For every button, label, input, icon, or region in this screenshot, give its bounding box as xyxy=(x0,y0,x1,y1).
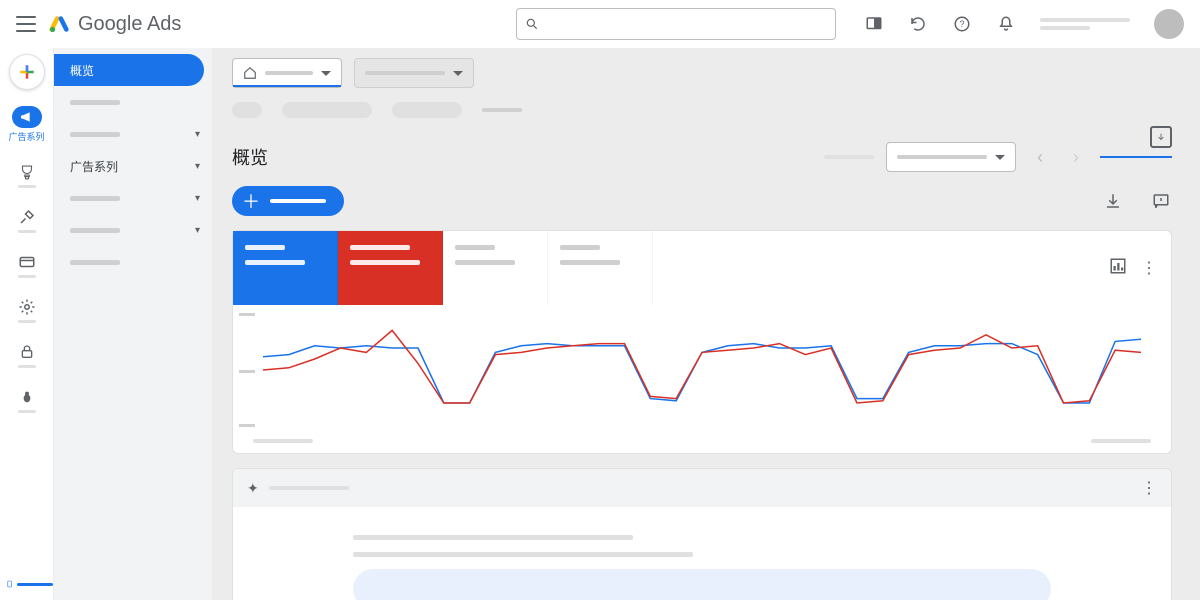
auto-refresh-indicator xyxy=(1100,156,1172,158)
mobile-app-link[interactable] xyxy=(0,576,53,592)
metric-tab-3[interactable] xyxy=(443,231,548,305)
nav-account[interactable] xyxy=(0,384,54,417)
notifications-icon[interactable] xyxy=(996,14,1016,34)
search-icon xyxy=(525,17,539,31)
refresh-icon[interactable] xyxy=(908,14,928,34)
nav-security[interactable] xyxy=(0,339,54,372)
crumb-3[interactable] xyxy=(392,102,462,118)
sparkle-icon: ✦ xyxy=(247,480,259,497)
home-icon xyxy=(243,66,257,80)
help-icon[interactable]: ? xyxy=(952,14,972,34)
chevron-down-icon: ▾ xyxy=(195,161,200,172)
account-info[interactable] xyxy=(1040,18,1130,30)
chevron-down-icon: ▾ xyxy=(195,225,200,236)
header-actions: ? xyxy=(864,14,1016,34)
nav-item-7[interactable] xyxy=(54,246,212,278)
logo[interactable]: Google Ads xyxy=(48,13,181,36)
plus-icon: ＋ xyxy=(242,188,260,214)
create-button[interactable] xyxy=(9,54,45,90)
metrics-card: ⋮ xyxy=(232,230,1172,454)
nav-panel: 概览 ▾ 广告系列▾ ▾ ▾ xyxy=(54,48,212,600)
insights-card: ✦ ⋮ xyxy=(232,468,1172,600)
metric-tab-1[interactable] xyxy=(233,231,338,305)
nav-item-overview[interactable]: 概览 xyxy=(54,54,204,86)
lock-icon xyxy=(19,343,35,361)
nav-campaigns-label: 广告系列 xyxy=(8,130,44,143)
crumb-1[interactable] xyxy=(232,102,262,118)
new-campaign-button[interactable]: ＋ xyxy=(232,186,344,216)
date-prev-button[interactable]: ‹ xyxy=(1028,145,1052,169)
chevron-down-icon: ▾ xyxy=(195,193,200,204)
secondary-selector[interactable] xyxy=(354,58,474,88)
nav-billing[interactable] xyxy=(0,249,54,282)
svg-text:?: ? xyxy=(959,19,964,29)
date-next-button[interactable]: › xyxy=(1064,145,1088,169)
breadcrumb xyxy=(232,102,1172,118)
icon-rail: 广告系列 xyxy=(0,48,54,600)
account-selector[interactable] xyxy=(232,58,342,88)
chart-options-button[interactable] xyxy=(1109,257,1127,280)
card-menu-button[interactable]: ⋮ xyxy=(1141,258,1157,278)
feedback-button[interactable] xyxy=(1150,190,1172,212)
save-icon xyxy=(1156,132,1166,142)
nav-item-6[interactable]: ▾ xyxy=(54,214,212,246)
chart-icon xyxy=(1109,257,1127,275)
trophy-icon xyxy=(18,163,36,181)
nav-admin[interactable] xyxy=(0,294,54,327)
insight-action-bar[interactable] xyxy=(353,569,1051,600)
mobile-icon xyxy=(6,576,13,592)
nav-item-2[interactable] xyxy=(54,86,212,118)
nav-item-5[interactable]: ▾ xyxy=(54,182,212,214)
nav-goals[interactable] xyxy=(0,159,54,192)
crumb-4 xyxy=(482,108,522,112)
card-menu-button[interactable]: ⋮ xyxy=(1141,478,1157,498)
date-range-selector[interactable] xyxy=(886,142,1016,172)
page-title: 概览 xyxy=(232,144,268,170)
nav-item-campaigns[interactable]: 广告系列▾ xyxy=(54,150,212,182)
main-content: 概览 ‹ › ＋ ⋮ xyxy=(212,48,1200,600)
nav-campaigns[interactable]: 广告系列 xyxy=(0,102,54,147)
nav-item-3[interactable]: ▾ xyxy=(54,118,212,150)
nav-tools[interactable] xyxy=(0,204,54,237)
logo-text: Google Ads xyxy=(78,13,181,36)
gear-icon xyxy=(18,298,36,316)
avatar[interactable] xyxy=(1154,9,1184,39)
metric-tab-4[interactable] xyxy=(548,231,653,305)
bug-icon xyxy=(19,388,35,406)
google-ads-icon xyxy=(48,13,70,35)
save-view-button[interactable] xyxy=(1150,126,1172,148)
crumb-2[interactable] xyxy=(282,102,372,118)
performance-chart xyxy=(233,305,1171,435)
download-button[interactable] xyxy=(1102,190,1124,212)
menu-icon[interactable] xyxy=(16,14,36,34)
appearance-icon[interactable] xyxy=(864,14,884,34)
search-input[interactable] xyxy=(516,8,836,40)
metric-tab-2[interactable] xyxy=(338,231,443,305)
card-icon xyxy=(18,253,36,271)
chevron-down-icon: ▾ xyxy=(195,129,200,140)
app-header: Google Ads ? xyxy=(0,0,1200,48)
megaphone-icon xyxy=(19,109,35,125)
tools-icon xyxy=(18,208,36,226)
